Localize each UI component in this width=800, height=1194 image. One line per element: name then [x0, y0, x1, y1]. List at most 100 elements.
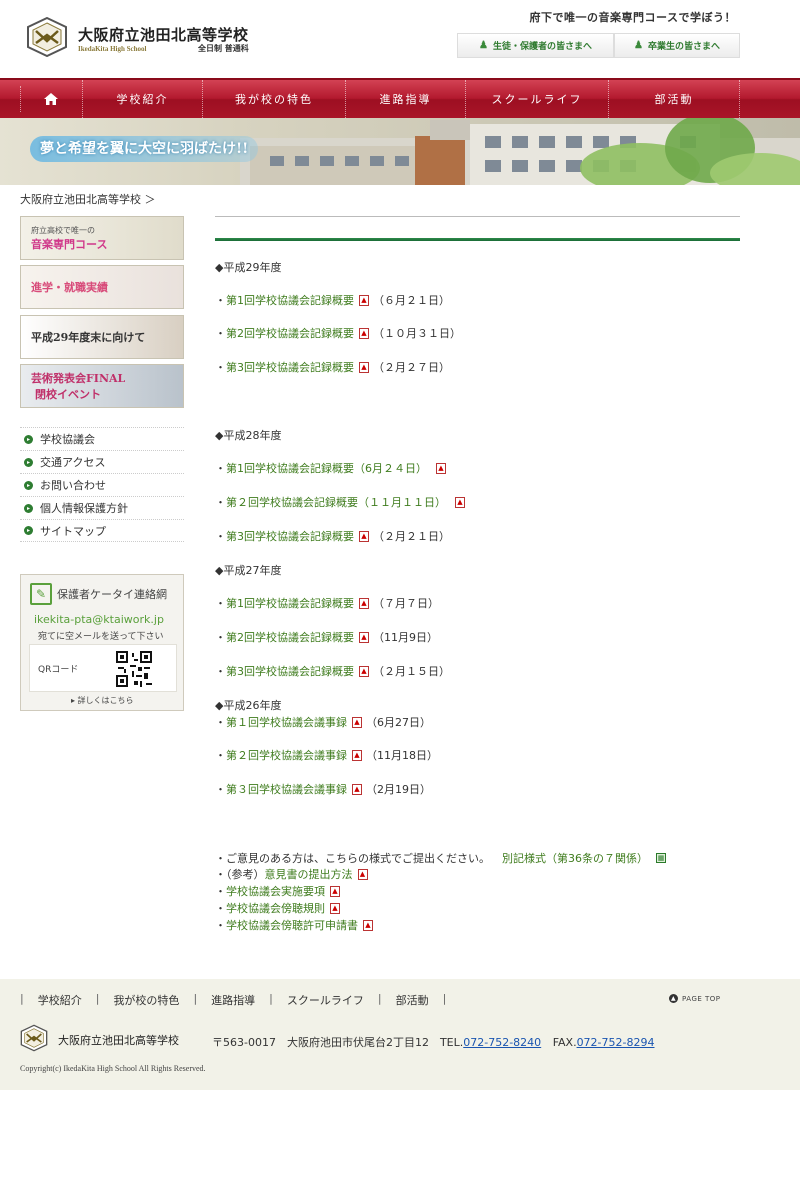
list-bullet: ・: [215, 597, 226, 610]
sidebar-item-label: 交通アクセス: [40, 456, 106, 469]
school-building-image: [240, 118, 800, 185]
pdf-icon: ▲: [455, 496, 465, 508]
nav-item-clubs[interactable]: 部活動: [609, 80, 740, 118]
document-date: （11月18日）: [366, 749, 438, 762]
list-item: ・第２回学校協議会記録概要（１１月１１日） ▲: [215, 494, 469, 510]
footer-fax-link[interactable]: 072-752-8294: [577, 1036, 655, 1049]
list-item: ・第１回学校協議会議事録 ▲ （6月27日）: [215, 714, 431, 730]
document-link[interactable]: 第1回学校協議会記録概要: [226, 292, 354, 308]
sidebar-item-label: 個人情報保護方針: [40, 502, 128, 515]
list-item: ・第1回学校協議会記録概要 ▲ （６月２１日）: [215, 292, 450, 308]
sidebar-item-contact[interactable]: ▸ お問い合わせ: [20, 473, 184, 496]
nav-item-features[interactable]: 我が校の特色: [203, 80, 346, 118]
keitai-note: 宛てに空メールを送って下さい: [38, 632, 164, 642]
pdf-icon: ▲: [359, 665, 369, 677]
sidebar-item-privacy[interactable]: ▸ 個人情報保護方針: [20, 496, 184, 519]
site-header: 大阪府立池田北高等学校 IkedaKita High School 全日制 普通…: [0, 0, 800, 78]
site-subtitle-jp: 全日制 普通科: [198, 43, 249, 53]
arrow-bullet-icon: ▸: [24, 434, 33, 444]
site-subtitle-en: IkedaKita High School: [78, 45, 147, 53]
pdf-icon: ▲: [330, 885, 340, 897]
banner-h29-end[interactable]: 平成29年度末に向けて: [20, 315, 184, 359]
arrow-bullet-icon: ▸: [24, 526, 33, 535]
footer-nav-career[interactable]: 進路指導: [211, 992, 255, 1008]
pdf-icon: ▲: [359, 631, 369, 643]
document-link[interactable]: 第１回学校協議会議事録: [226, 714, 347, 730]
parents-button[interactable]: ♟ 生徒・保護者の皆さまへ: [457, 33, 614, 58]
document-link[interactable]: 第1回学校協議会記録概要: [226, 595, 354, 611]
observation-application-link[interactable]: 学校協議会傍聴許可申請書: [226, 917, 358, 933]
document-date: （6月27日）: [366, 716, 431, 729]
document-link[interactable]: 第3回学校協議会記録概要: [226, 663, 354, 679]
list-item: ・学校協議会実施要項 ▲: [215, 883, 344, 899]
keitai-email: ikekita-pta@ktaiwork.jp: [34, 613, 164, 626]
document-link[interactable]: 第２回学校協議会記録概要（１１月１１日）: [226, 494, 446, 510]
site-footer: | 学校紹介 | 我が校の特色 | 進路指導 | スクールライフ | 部活動 |…: [0, 979, 800, 1090]
opinion-text: ・ご意見のある方は、こちらの様式でご提出ください。: [215, 852, 490, 865]
list-item: ・第1回学校協議会記録概要 ▲ （７月７日）: [215, 595, 439, 611]
mobile-phone-icon: ✎: [30, 583, 52, 605]
sidebar-item-label: サイトマップ: [40, 524, 106, 538]
document-link[interactable]: 第2回学校協議会記録概要: [226, 629, 354, 645]
nav-item-school-life[interactable]: スクールライフ: [466, 80, 609, 118]
keitai-more-link[interactable]: ▸ 詳しくはこちら: [71, 695, 134, 706]
list-item: ・第３回学校協議会議事録 ▲ （2月19日）: [215, 781, 431, 797]
list-item: ・第3回学校協議会記録概要 ▲ （２月１５日）: [215, 663, 450, 679]
sidebar-item-sitemap[interactable]: ▸ サイトマップ: [20, 519, 184, 542]
arrow-bullet-icon: ▸: [24, 480, 33, 490]
home-icon: [44, 93, 58, 105]
nav-item-career[interactable]: 進路指導: [346, 80, 466, 118]
nav-home[interactable]: [20, 80, 83, 118]
pdf-icon: ▲: [359, 294, 369, 306]
parents-button-label: 生徒・保護者の皆さまへ: [492, 42, 592, 52]
document-link[interactable]: 第３回学校協議会議事録: [226, 781, 347, 797]
footer-nav-about[interactable]: 学校紹介: [38, 992, 82, 1008]
document-date: （６月２１日）: [373, 294, 450, 307]
footer-nav-separator: |: [95, 992, 100, 1005]
global-nav: 学校紹介 我が校の特色 進路指導 スクールライフ 部活動: [0, 78, 800, 118]
alumni-button[interactable]: ♟ 卒業生の皆さまへ: [614, 33, 740, 58]
nav-item-about[interactable]: 学校紹介: [83, 80, 203, 118]
list-bullet: ・: [215, 327, 226, 340]
list-bullet: ・: [215, 665, 226, 678]
reference-link[interactable]: 意見書の提出方法: [265, 866, 353, 882]
footer-nav-separator: |: [20, 992, 24, 1005]
banner-art-line1: 芸術発表会FINAL: [31, 372, 126, 385]
observation-rules-link[interactable]: 学校協議会傍聴規則: [226, 900, 325, 916]
footer-nav-features[interactable]: 我が校の特色: [113, 992, 179, 1008]
footer-nav-school-life[interactable]: スクールライフ: [287, 992, 364, 1008]
school-crest-logo[interactable]: [26, 17, 68, 57]
list-item: ・第3回学校協議会記録概要 ▲ （２月２１日）: [215, 528, 450, 544]
document-link[interactable]: 第3回学校協議会記録概要: [226, 359, 354, 375]
document-link[interactable]: 第2回学校協議会記録概要: [226, 325, 354, 341]
section-heading-h29: ◆平成29年度: [215, 261, 282, 274]
document-link[interactable]: 第3回学校協議会記録概要: [226, 528, 354, 544]
sidebar-item-access[interactable]: ▸ 交通アクセス: [20, 450, 184, 473]
opinion-form-link[interactable]: 別記様式（第36条の７関係）: [502, 850, 648, 866]
banner-music-course[interactable]: 府立高校で唯一の 音楽専門コース: [20, 216, 184, 260]
keitai-contact-box[interactable]: ✎ 保護者ケータイ連絡網 ikekita-pta@ktaiwork.jp 宛てに…: [20, 574, 184, 711]
document-date: （2月19日）: [366, 783, 431, 796]
pdf-icon: ▲: [359, 361, 369, 373]
list-item: ・第2回学校協議会記録概要 ▲ （11月9日）: [215, 629, 438, 645]
arrow-up-icon: ▲: [669, 994, 678, 1003]
banner-art-line2: 閉校イベント: [35, 388, 101, 401]
sidebar-item-label: お問い合わせ: [40, 479, 106, 492]
page-top-link[interactable]: ▲ PAGE TOP: [669, 994, 721, 1003]
document-date: （２月２７日）: [373, 361, 450, 374]
document-link[interactable]: 第1回学校協議会記録概要（6月２４日）: [226, 460, 427, 476]
document-link[interactable]: 第２回学校協議会議事録: [226, 747, 347, 763]
footer-nav-clubs[interactable]: 部活動: [396, 992, 429, 1008]
footer-nav-separator: |: [442, 992, 447, 1005]
banner-career-label: 進学・就職実績: [31, 281, 108, 294]
site-title[interactable]: 大阪府立池田北高等学校: [78, 24, 249, 45]
list-bullet: ・: [215, 783, 226, 796]
footer-tel-link[interactable]: 072-752-8240: [463, 1036, 541, 1049]
breadcrumb[interactable]: 大阪府立池田北高等学校 ＞: [20, 191, 156, 207]
banner-slogan: 夢と希望を翼に大空に羽ばたけ!!: [30, 136, 259, 162]
sidebar-item-council[interactable]: ▸ 学校協議会: [20, 427, 184, 450]
implementation-guidelines-link[interactable]: 学校協議会実施要項: [226, 883, 325, 899]
banner-career-results[interactable]: 進学・就職実績: [20, 265, 184, 309]
content-heading-bar: [215, 238, 740, 241]
banner-art-final[interactable]: 芸術発表会FINAL 閉校イベント: [20, 364, 184, 408]
